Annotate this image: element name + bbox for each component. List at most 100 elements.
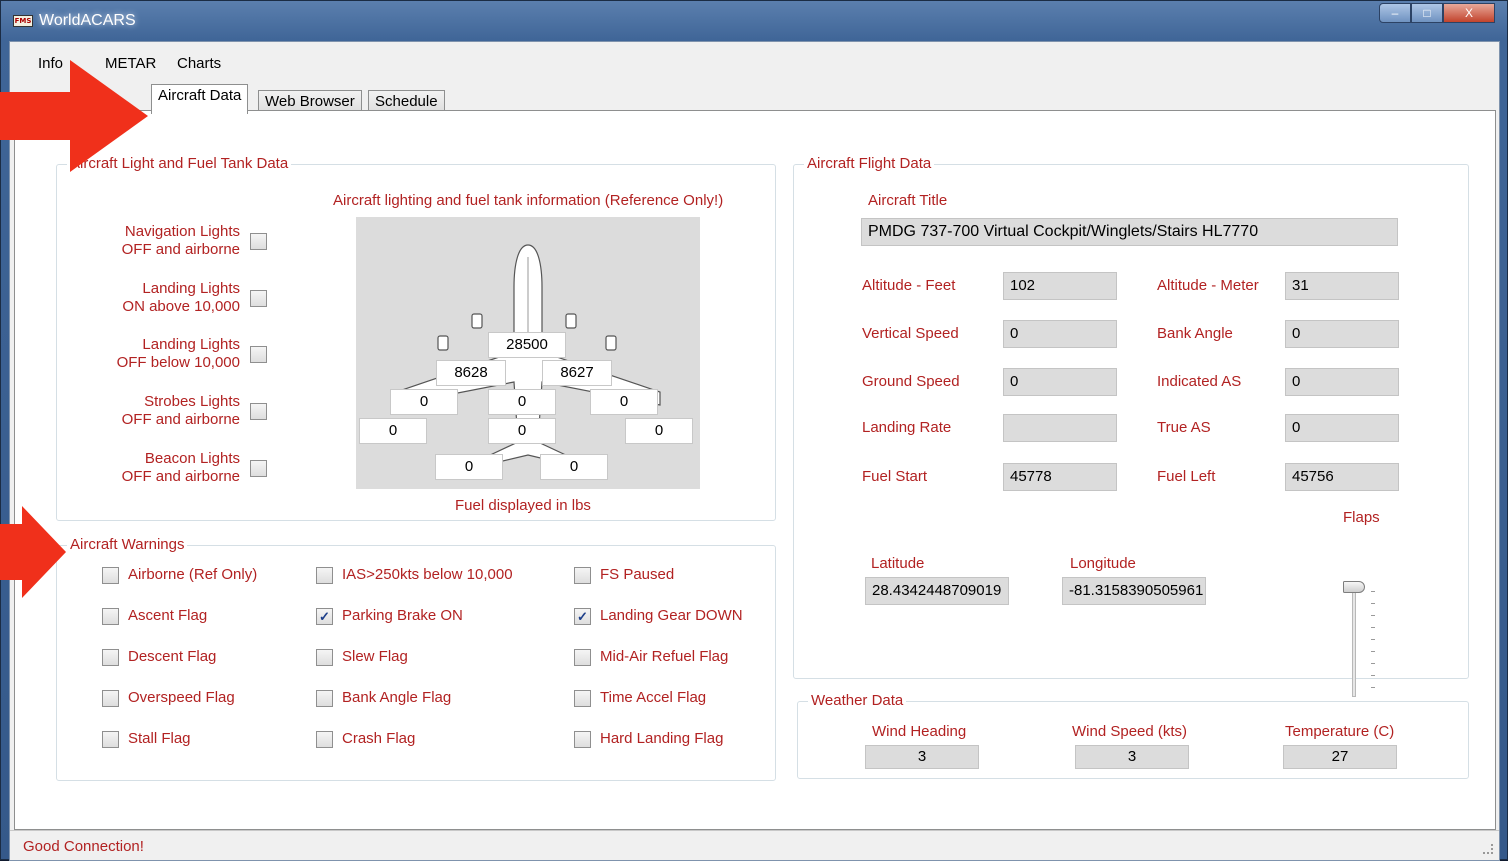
close-button[interactable]: X [1443,3,1495,23]
flight-left-label: Ground Speed [862,373,960,390]
minimize-button[interactable]: – [1379,3,1411,23]
flaps-slider-thumb[interactable] [1343,581,1365,593]
warning-checkbox[interactable] [574,690,591,707]
flight-data-group-title: Aircraft Flight Data [804,155,935,172]
tab-aircraft-data[interactable]: Aircraft Data [151,84,249,114]
warning-checkbox[interactable] [316,649,333,666]
warning-checkbox[interactable] [102,690,119,707]
strobe-lights-checkbox[interactable] [250,403,267,420]
tank-left-main: 8628 [436,360,506,386]
flaps-tick [1371,603,1375,604]
nav-lights-line2: OFF and airborne [121,241,240,258]
flight-right-label: Altitude - Meter [1157,277,1259,294]
warnings-group-title: Aircraft Warnings [67,536,188,553]
warning-checkbox[interactable] [316,690,333,707]
flight-left-field: 102 [1003,272,1117,300]
landing-lights-below-checkbox[interactable] [250,346,267,363]
warning-label: Landing Gear DOWN [600,607,743,624]
latitude-label: Latitude [871,555,925,572]
beacon-lights-line1: Beacon Lights [144,450,240,467]
strobe-lights-line2: OFF and airborne [121,411,240,428]
wind-heading-label: Wind Heading [872,723,967,740]
warning-checkbox[interactable] [316,567,333,584]
fuel-note: Fuel displayed in lbs [455,497,591,514]
flight-left-field: 45778 [1003,463,1117,491]
tank-center: 28500 [488,332,566,358]
warning-label: Ascent Flag [128,607,208,624]
landing-lights-below-line1: Landing Lights [142,336,240,353]
menu-bar: Info METAR Charts [10,42,1499,80]
tank-left-tip: 0 [359,418,427,444]
warning-label: Bank Angle Flag [342,689,452,706]
warning-label: Crash Flag [342,730,416,747]
flight-left-label: Altitude - Feet [862,277,956,294]
weather-group-title: Weather Data [808,692,907,709]
app-window: FMS WorldACARS – □ X Info METAR Charts A… [0,0,1508,861]
tank-center-aux: 0 [488,389,556,415]
landing-lights-above-checkbox[interactable] [250,290,267,307]
longitude-field: -81.3158390505961 [1062,577,1206,605]
tank-center-lower: 0 [488,418,556,444]
flaps-tick [1371,663,1375,664]
flight-right-field: 45756 [1285,463,1399,491]
strobe-lights-line1: Strobes Lights [144,393,240,410]
title-bar[interactable]: FMS WorldACARS – □ X [1,1,1507,41]
tank-right-tip: 0 [625,418,693,444]
beacon-lights-label: Beacon Lights OFF and airborne [85,450,240,486]
nav-lights-checkbox[interactable] [250,233,267,250]
warning-label: Slew Flag [342,648,408,665]
tank-ext-2: 0 [540,454,608,480]
nav-lights-line1: Navigation Lights [124,223,240,240]
warning-checkbox[interactable] [316,731,333,748]
flight-right-field: 0 [1285,368,1399,396]
flight-left-field [1003,414,1117,442]
status-text: Good Connection! [23,838,144,855]
resize-grip-icon[interactable] [1483,844,1493,854]
warning-label: Stall Flag [128,730,191,747]
warning-label: Hard Landing Flag [600,730,724,747]
flight-left-field: 0 [1003,320,1117,348]
strobe-lights-label: Strobes Lights OFF and airborne [85,393,240,429]
flaps-tick [1371,627,1375,628]
wind-speed-field: 3 [1075,745,1189,769]
status-bar: Good Connection! [10,830,1499,860]
flaps-tick [1371,591,1375,592]
red-arrow-icon [0,60,148,172]
warning-label: Parking Brake ON [342,607,463,624]
window-title: WorldACARS [39,12,136,29]
temperature-field: 27 [1283,745,1397,769]
warning-checkbox[interactable] [574,649,591,666]
warning-checkbox[interactable] [102,649,119,666]
temperature-label: Temperature (C) [1285,723,1395,740]
warning-checkbox[interactable] [574,731,591,748]
warning-label: Mid-Air Refuel Flag [600,648,729,665]
client-area: Info METAR Charts Aircraft Data Web Brow… [9,41,1500,861]
maximize-button[interactable]: □ [1411,3,1443,23]
flight-left-label: Fuel Start [862,468,928,485]
landing-lights-above-line1: Landing Lights [142,280,240,297]
flaps-label: Flaps [1343,509,1380,526]
warning-checkbox[interactable] [102,608,119,625]
warning-checkbox[interactable] [574,567,591,584]
warning-label: Time Accel Flag [600,689,707,706]
fuel-heading: Aircraft lighting and fuel tank informat… [333,192,724,209]
aircraft-title-label: Aircraft Title [868,192,948,209]
app-logo-icon: FMS [13,15,33,27]
beacon-lights-checkbox[interactable] [250,460,267,477]
flight-right-label: Bank Angle [1157,325,1233,342]
landing-lights-below-line2: OFF below 10,000 [116,354,240,371]
warning-label: Airborne (Ref Only) [128,566,258,583]
latitude-field: 28.4342448709019 [865,577,1009,605]
warning-checkbox[interactable] [102,567,119,584]
warning-label: Descent Flag [128,648,217,665]
tank-left-aux: 0 [390,389,458,415]
flight-left-field: 0 [1003,368,1117,396]
warning-checkbox[interactable]: ✓ [316,608,333,625]
warning-checkbox[interactable]: ✓ [574,608,591,625]
flight-right-field: 0 [1285,320,1399,348]
landing-lights-above-label: Landing Lights ON above 10,000 [85,280,240,316]
warning-checkbox[interactable] [102,731,119,748]
menu-charts[interactable]: Charts [177,55,221,72]
warning-label: FS Paused [600,566,675,583]
tank-right-aux: 0 [590,389,658,415]
